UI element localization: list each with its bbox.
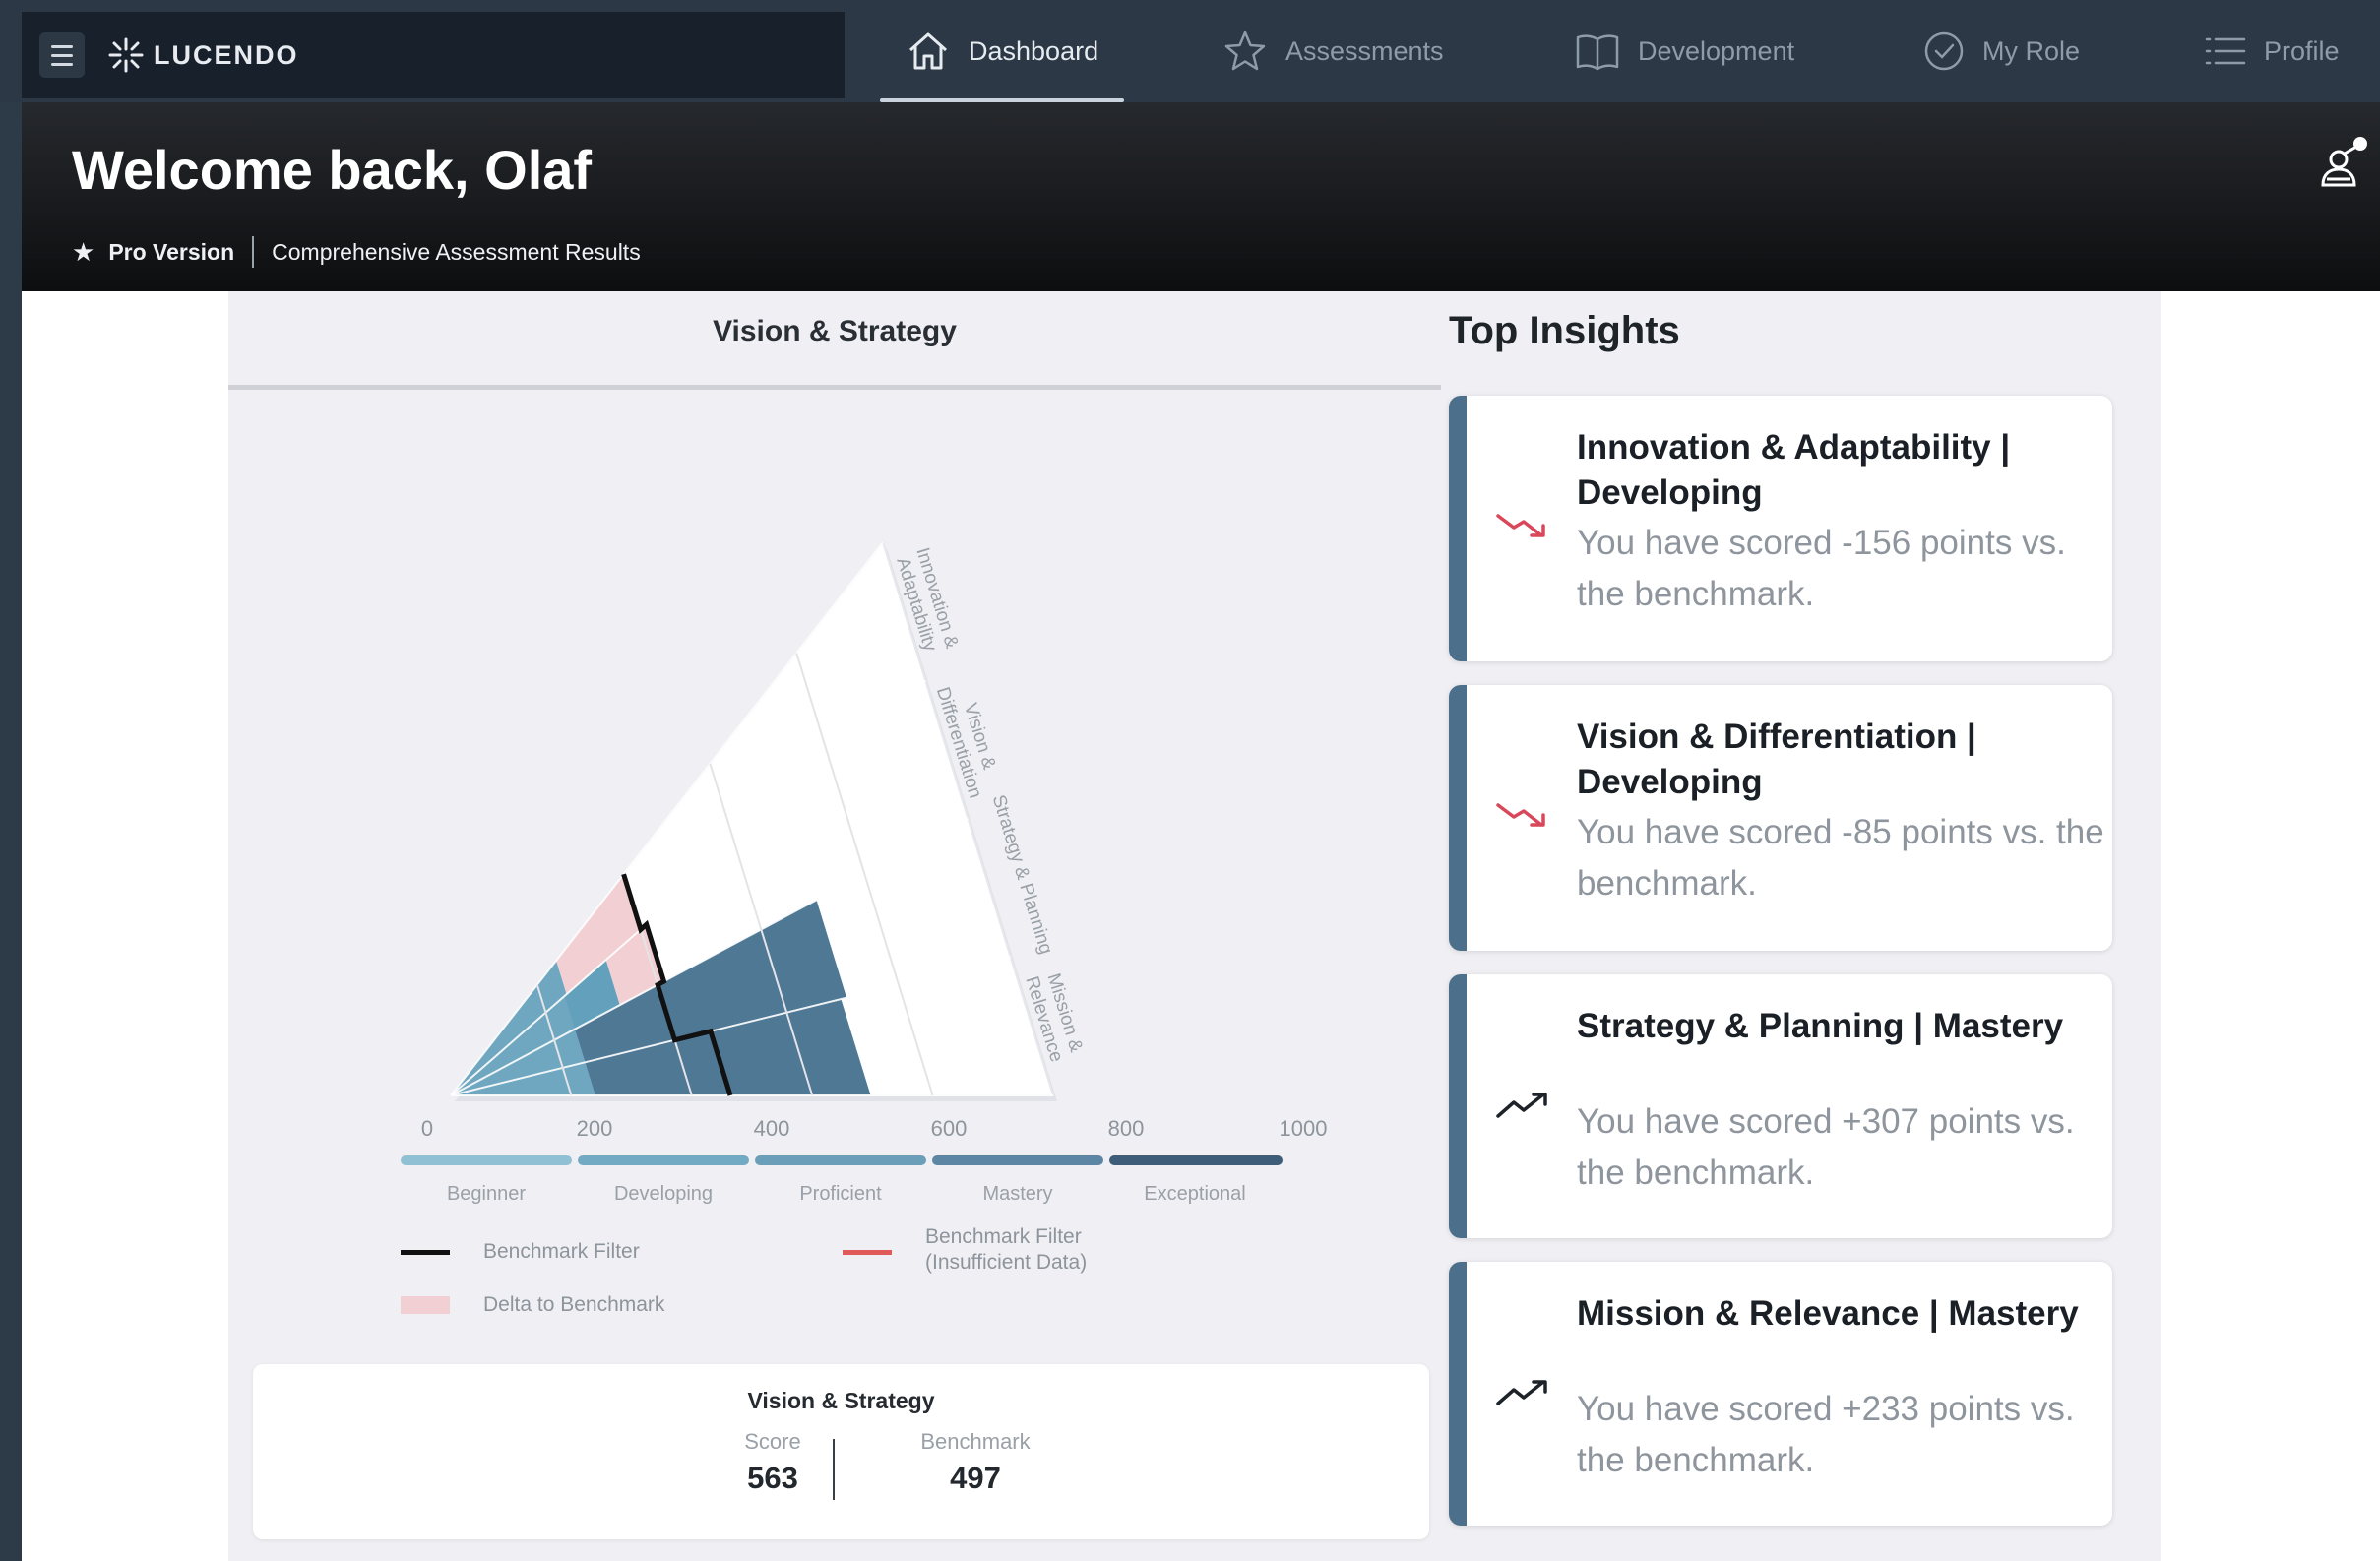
brand-logo[interactable]: LUCENDO <box>106 35 299 75</box>
legend-insufficient-label: Benchmark Filter (Insufficient Data) <box>925 1224 1087 1276</box>
panel-title-rule <box>228 385 1441 390</box>
scale-tick-1000: 1000 <box>1279 1116 1328 1141</box>
vision-strategy-panel: Vision & Strategy Innovation &Adaptabili… <box>228 291 1441 1561</box>
scale-bar-exceptional <box>1109 1155 1283 1165</box>
book-icon <box>1576 34 1619 71</box>
insights-title: Top Insights <box>1449 309 1680 352</box>
check-circle-icon <box>1924 31 1964 71</box>
scale-bar-proficient <box>755 1155 926 1165</box>
nav-assessments[interactable]: Assessments <box>1222 0 1444 102</box>
nav-dashboard[interactable]: Dashboard <box>879 0 1125 102</box>
legend-insufficient-label-1: Benchmark Filter <box>925 1225 1082 1248</box>
content-area: Vision & Strategy Innovation &Adaptabili… <box>22 291 2380 1561</box>
insight-card[interactable]: Mission & Relevance | Mastery You have s… <box>1449 1262 2112 1526</box>
insight-card-body: You have scored +307 points vs. the benc… <box>1577 1102 2075 1192</box>
scale-bar-beginner <box>401 1155 572 1165</box>
insight-card-body: You have scored +233 points vs. the benc… <box>1577 1390 2075 1479</box>
scale-tick-200: 200 <box>576 1116 613 1141</box>
pro-version-label: Pro Version <box>108 238 235 265</box>
lucendo-logo-icon <box>108 37 144 73</box>
star-icon <box>1224 31 1266 71</box>
nav-profile-label: Profile <box>2264 35 2340 66</box>
scale-label-mastery: Mastery <box>982 1183 1053 1205</box>
trend-down-icon <box>1496 514 1545 537</box>
insight-card-title: Innovation & Adaptability | Developing <box>1577 428 2011 512</box>
top-navigation-bar: LUCENDO Dashboard Assessments Developmen… <box>0 0 2380 102</box>
brand-block: LUCENDO <box>22 12 845 98</box>
nav-development-label: Development <box>1638 35 1795 66</box>
welcome-header: Welcome back, Olaf ★ Pro Version Compreh… <box>22 102 2380 291</box>
scale-tick-600: 600 <box>930 1116 968 1141</box>
legend-benchmark-line <box>401 1250 450 1255</box>
nav-dashboard-label: Dashboard <box>969 35 1099 66</box>
insight-card-title: Vision & Differentiation | Developing <box>1577 718 1976 801</box>
insight-card-title: Strategy & Planning | Mastery <box>1577 1007 2064 1045</box>
legend-delta-label: Delta to Benchmark <box>483 1293 665 1316</box>
insight-card-body: You have scored -85 points vs. the bench… <box>1577 813 2104 903</box>
scale-label-exceptional: Exceptional <box>1144 1183 1246 1205</box>
scale-label-proficient: Proficient <box>799 1183 882 1205</box>
insight-card-title: Mission & Relevance | Mastery <box>1577 1294 2079 1333</box>
header-divider <box>252 236 255 268</box>
insight-card[interactable]: Innovation & Adaptability | Developing Y… <box>1449 396 2112 661</box>
header-subline: ★ Pro Version Comprehensive Assessment R… <box>72 236 641 268</box>
benchmark-label: Benchmark <box>920 1429 1031 1454</box>
hamburger-menu-icon[interactable] <box>39 32 85 78</box>
scale-tick-0: 0 <box>420 1116 434 1141</box>
nav-profile[interactable]: Profile <box>2205 0 2340 102</box>
nav-development[interactable]: Development <box>1575 0 1794 102</box>
nav-my-role[interactable]: My Role <box>1923 0 2080 102</box>
scale-tick-800: 800 <box>1107 1116 1145 1141</box>
scale-bar-developing <box>578 1155 749 1165</box>
scale-label-beginner: Beginner <box>446 1183 527 1205</box>
nav-my-role-label: My Role <box>1982 35 2081 66</box>
insight-card-body: You have scored -156 points vs. the benc… <box>1577 524 2066 613</box>
insight-card[interactable]: Strategy & Planning | Mastery You have s… <box>1449 974 2112 1238</box>
insight-card[interactable]: Vision & Differentiation | Developing Yo… <box>1449 685 2112 951</box>
radial-triangle-chart: Innovation &AdaptabilityVision &Differen… <box>450 541 1087 1101</box>
trend-down-icon <box>1496 803 1545 827</box>
legend-benchmark-label: Benchmark Filter <box>483 1240 640 1263</box>
score-card: Vision & Strategy Score 563 Benchmark 49… <box>253 1364 1429 1539</box>
share-profile-icon[interactable] <box>2311 134 2370 193</box>
scale-tick-400: 400 <box>753 1116 790 1141</box>
benchmark-column: Benchmark 497 <box>877 1429 1074 1496</box>
legend-delta-swatch <box>401 1296 450 1314</box>
scale-bar-mastery <box>932 1155 1103 1165</box>
legend-insufficient-label-2: (Insufficient Data) <box>925 1251 1088 1274</box>
panel-title: Vision & Strategy <box>713 315 957 347</box>
legend-insufficient-line <box>843 1250 892 1255</box>
trend-up-icon <box>1496 1093 1547 1118</box>
nav-assessments-label: Assessments <box>1285 35 1444 66</box>
page-title: Welcome back, Olaf <box>72 139 593 201</box>
benchmark-value: 497 <box>950 1461 1001 1495</box>
score-column: Score 563 <box>674 1429 871 1496</box>
star-filled-icon: ★ <box>72 236 95 267</box>
score-card-title: Vision & Strategy <box>747 1388 935 1413</box>
score-value: 563 <box>747 1461 798 1495</box>
scale-label-developing: Developing <box>613 1183 714 1205</box>
list-icon <box>2205 37 2246 65</box>
top-insights-panel: Top Insights Innovation & Adaptability |… <box>1441 291 2161 1561</box>
score-divider <box>833 1439 835 1500</box>
trend-up-icon <box>1496 1380 1547 1405</box>
brand-name: LUCENDO <box>154 39 299 70</box>
home-icon <box>909 32 947 70</box>
score-label: Score <box>744 1429 801 1454</box>
header-subtitle: Comprehensive Assessment Results <box>272 238 641 265</box>
